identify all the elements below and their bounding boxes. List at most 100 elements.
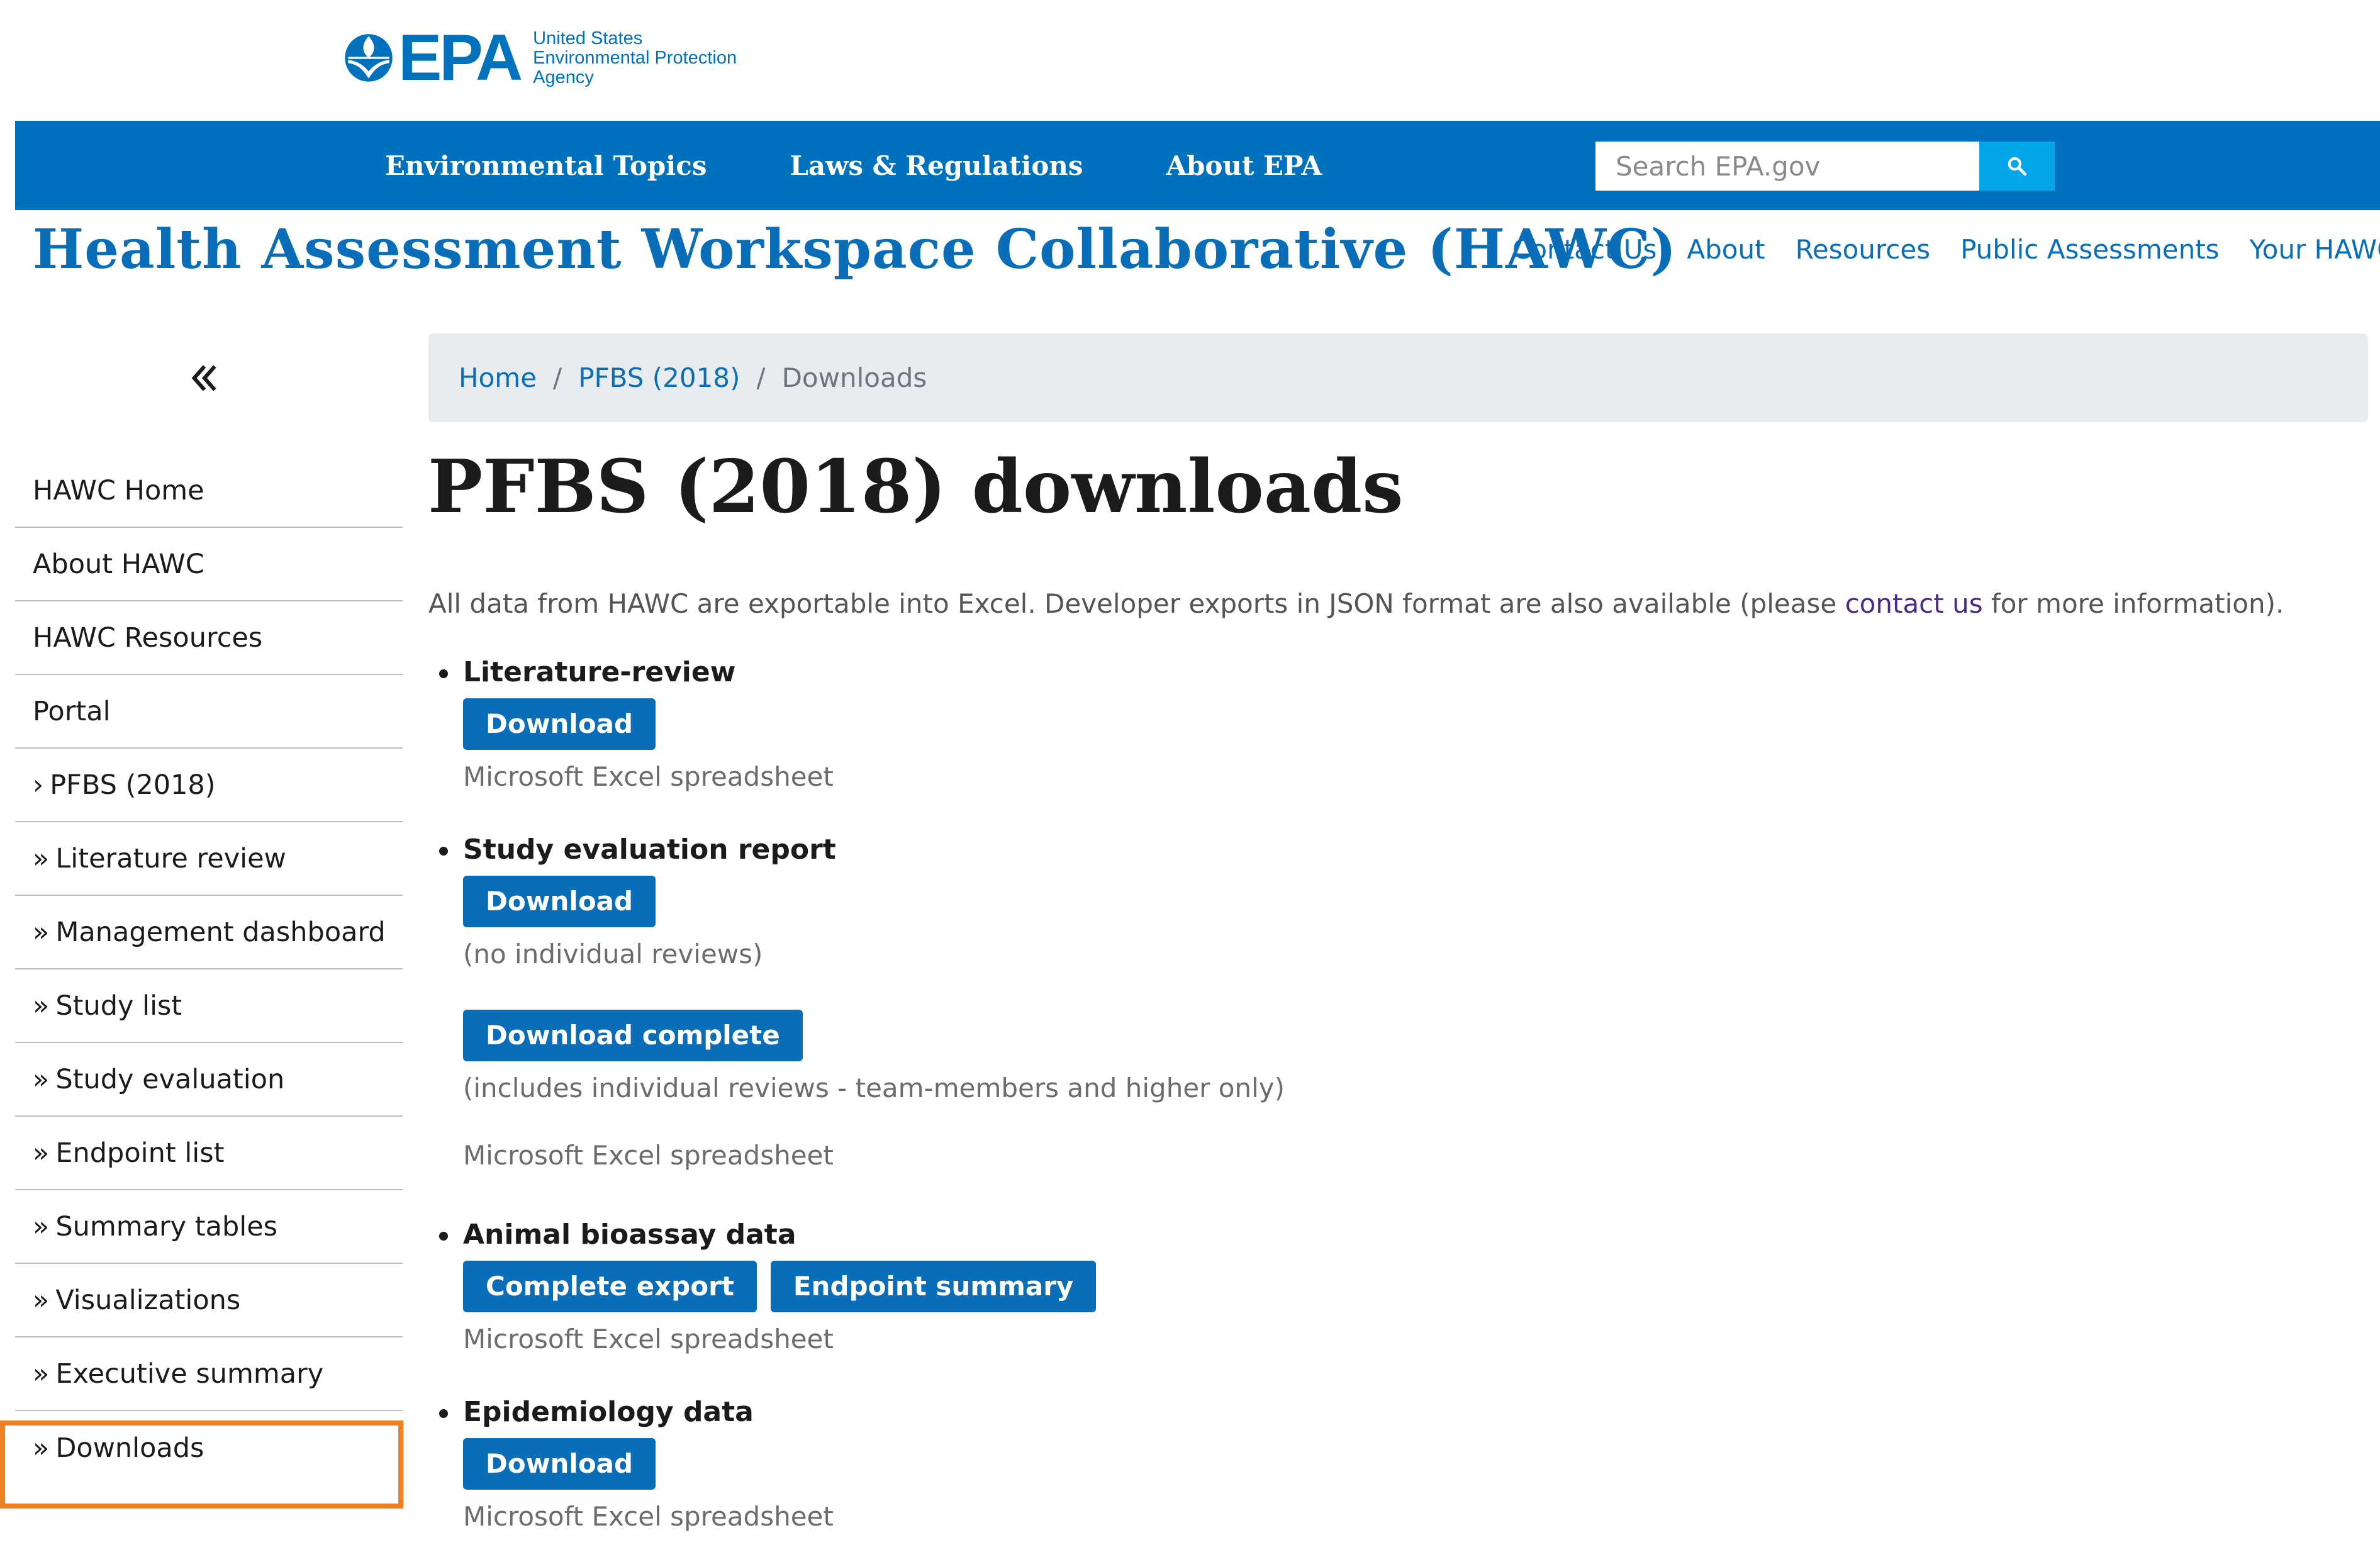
intro-text-before: All data from HAWC are exportable into E… (428, 588, 1845, 619)
nav-public-assessments[interactable]: Public Assessments (1960, 234, 2219, 265)
button-row: Complete export Endpoint summary (463, 1261, 2198, 1312)
animal-endpoint-summary-button[interactable]: Endpoint summary (770, 1261, 1097, 1312)
bullet-icon (439, 847, 448, 856)
section-heading-label: Animal bioassay data (463, 1219, 796, 1251)
double-chevron-right-icon: » (33, 916, 50, 948)
sidebar-item-study-evaluation[interactable]: » Study evaluation (15, 1043, 403, 1117)
nav-about-epa[interactable]: About EPA (1166, 150, 1322, 181)
search-input[interactable] (1595, 142, 1979, 191)
animal-complete-export-button[interactable]: Complete export (463, 1261, 757, 1312)
sidebar-item-label: Downloads (55, 1432, 204, 1464)
nav-about[interactable]: About (1687, 234, 1765, 265)
sidebar-collapse-button[interactable] (182, 356, 226, 400)
nav-laws-regulations[interactable]: Laws & Regulations (790, 150, 1083, 181)
button-row: Download (463, 1438, 2198, 1490)
epa-agency-name: United States Environmental Protection A… (533, 28, 737, 87)
nav-contact-us[interactable]: Contact Us (1512, 234, 1657, 265)
double-chevron-right-icon: » (33, 1432, 50, 1464)
study-evaluation-note: (no individual reviews) (463, 939, 763, 969)
breadcrumb-home[interactable]: Home (459, 362, 537, 393)
epa-logo[interactable]: EPA United States Environmental Protecti… (343, 21, 737, 94)
nav-environmental-topics[interactable]: Environmental Topics (385, 150, 707, 181)
download-section-epidemiology: Epidemiology data Download Microsoft Exc… (437, 1394, 2198, 1532)
search-button[interactable] (1979, 142, 2055, 191)
section-heading-label: Study evaluation report (463, 834, 836, 866)
sidebar-item-label: Study list (55, 990, 182, 1022)
contact-us-link[interactable]: contact us (1845, 588, 1983, 619)
epa-flower-icon (345, 34, 393, 82)
sidebar-item-label: Management dashboard (55, 916, 386, 948)
bullet-icon (439, 669, 448, 678)
double-chevron-right-icon: » (33, 1063, 50, 1095)
double-chevron-right-icon: » (33, 842, 50, 874)
sidebar-item-endpoint-list[interactable]: » Endpoint list (15, 1117, 403, 1190)
sidebar-item-label: Portal (33, 695, 111, 727)
sidebar-item-literature-review[interactable]: » Literature review (15, 822, 403, 896)
sidebar-item-pfbs-2018[interactable]: › PFBS (2018) (15, 749, 403, 822)
section-heading: Study evaluation report (437, 832, 2198, 868)
nav-your-hawc-label: Your HAWC (2249, 234, 2380, 265)
sidebar-item-executive-summary[interactable]: » Executive summary (15, 1337, 403, 1411)
button-row: Download complete (463, 1010, 2198, 1061)
double-chevron-right-icon: » (33, 1210, 50, 1242)
sidebar-item-label: HAWC Resources (33, 622, 263, 654)
sidebar-item-label: Endpoint list (55, 1137, 225, 1169)
file-type-note: Microsoft Excel spreadsheet (463, 1324, 834, 1354)
sidebar-item-management-dashboard[interactable]: » Management dashboard (15, 896, 403, 969)
study-evaluation-complete-note: (includes individual reviews - team-memb… (463, 1073, 1285, 1103)
double-chevron-right-icon: » (33, 1137, 50, 1169)
bullet-icon (439, 1232, 448, 1241)
section-heading: Animal bioassay data (437, 1217, 2198, 1253)
epa-search (1595, 142, 2055, 191)
button-row: Download (463, 698, 2198, 750)
file-type-note: Microsoft Excel spreadsheet (463, 1140, 834, 1171)
breadcrumb-current: Downloads (781, 362, 927, 393)
download-section-literature-review: Literature-review Download Microsoft Exc… (437, 654, 2198, 792)
sidebar-item-study-list[interactable]: » Study list (15, 969, 403, 1043)
sidebar-item-summary-tables[interactable]: » Summary tables (15, 1190, 403, 1264)
nav-your-hawc-dropdown[interactable]: Your HAWC (2250, 234, 2380, 265)
sidebar-item-portal[interactable]: Portal (15, 675, 403, 749)
chevron-right-icon: › (33, 769, 44, 801)
nav-resources[interactable]: Resources (1796, 234, 1931, 265)
file-type-note: Microsoft Excel spreadsheet (463, 761, 834, 792)
search-icon (2008, 157, 2027, 176)
epa-agency-line-2: Environmental Protection (533, 47, 737, 68)
study-evaluation-download-button[interactable]: Download (463, 876, 656, 927)
double-chevron-right-icon: » (33, 1358, 50, 1390)
section-heading-label: Epidemiology data (463, 1396, 754, 1428)
page-title: PFBS (2018) downloads (428, 444, 1404, 530)
sidebar-item-hawc-home[interactable]: HAWC Home (15, 454, 403, 528)
sidebar-item-label: About HAWC (33, 548, 204, 580)
study-evaluation-download-complete-button[interactable]: Download complete (463, 1010, 803, 1061)
epidemiology-download-button[interactable]: Download (463, 1438, 656, 1490)
sidebar-item-label: HAWC Home (33, 474, 204, 506)
sidebar-item-about-hawc[interactable]: About HAWC (15, 528, 403, 601)
double-chevron-left-icon (191, 365, 216, 391)
sidebar-item-visualizations[interactable]: » Visualizations (15, 1264, 403, 1337)
intro-text: All data from HAWC are exportable into E… (428, 588, 2284, 619)
section-heading: Literature-review (437, 654, 2198, 691)
breadcrumb-separator: / (553, 362, 562, 393)
literature-review-download-button[interactable]: Download (463, 698, 656, 750)
intro-text-after: for more information). (1982, 588, 2284, 619)
hawc-site-title[interactable]: Health Assessment Workspace Collaborativ… (33, 218, 1677, 281)
epa-agency-line-1: United States (533, 28, 643, 48)
epa-main-nav: Environmental Topics Laws & Regulations … (385, 121, 1405, 210)
epa-wordmark: EPA (398, 21, 523, 94)
sidebar-item-label: Literature review (55, 842, 286, 874)
bullet-icon (439, 1409, 448, 1418)
breadcrumb-separator: / (756, 362, 766, 393)
double-chevron-right-icon: » (33, 1284, 50, 1316)
sidebar-item-downloads[interactable]: » Downloads (15, 1411, 403, 1485)
hawc-nav: Contact Us About Resources Public Assess… (1512, 234, 2380, 265)
section-heading: Epidemiology data (437, 1394, 2198, 1431)
download-section-animal-bioassay: Animal bioassay data Complete export End… (437, 1217, 2198, 1354)
sidebar: HAWC Home About HAWC HAWC Resources Port… (15, 454, 403, 1485)
section-heading-label: Literature-review (463, 656, 736, 688)
download-section-study-evaluation: Study evaluation report Download (no ind… (437, 832, 2198, 1171)
breadcrumb-pfbs-2018[interactable]: PFBS (2018) (578, 362, 740, 393)
sidebar-item-label: Study evaluation (55, 1063, 285, 1095)
sidebar-item-hawc-resources[interactable]: HAWC Resources (15, 601, 403, 675)
sidebar-item-label: Visualizations (55, 1284, 241, 1316)
